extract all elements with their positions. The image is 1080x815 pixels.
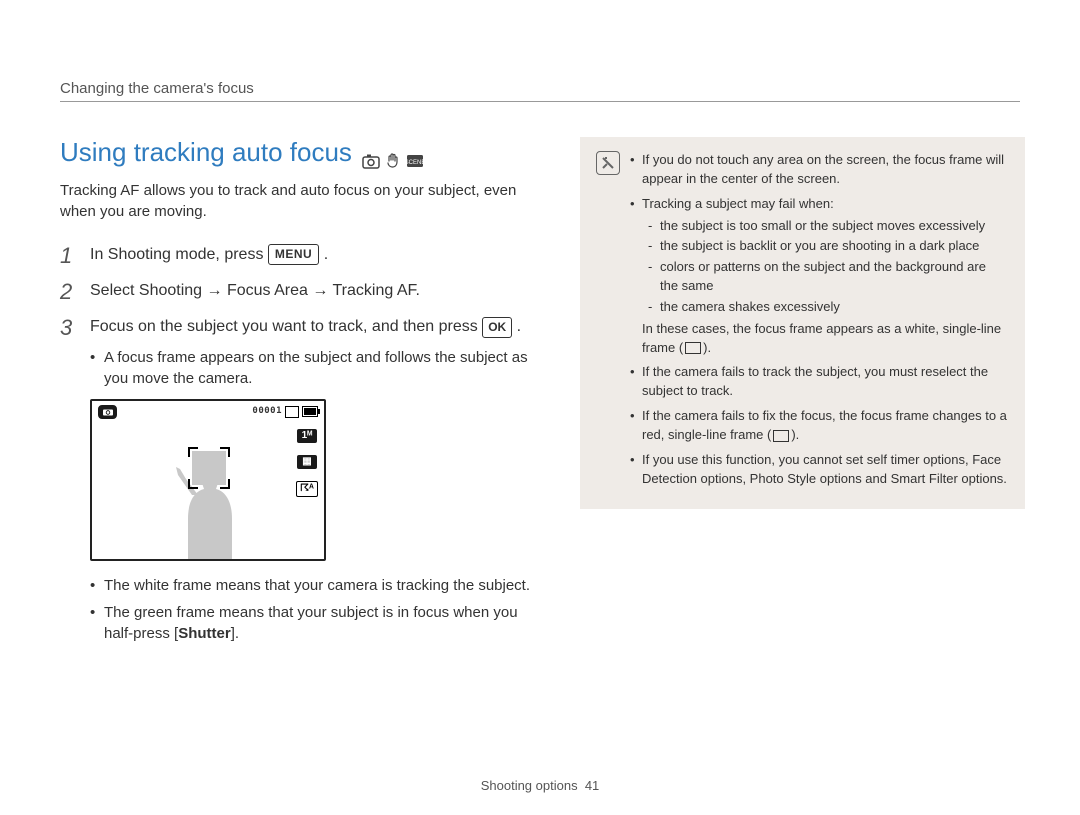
step-3-text-b: . bbox=[517, 318, 521, 335]
note-2-d3: colors or patterns on the subject and th… bbox=[648, 258, 1007, 296]
note-2-d2: the subject is backlit or you are shooti… bbox=[648, 237, 1007, 256]
focus-frame bbox=[192, 451, 226, 485]
camera-mode-icon bbox=[362, 145, 380, 161]
note-3: If the camera fails to track the subject… bbox=[630, 363, 1007, 401]
header-rule bbox=[60, 101, 1020, 102]
af-area-icon: ▦ bbox=[297, 455, 317, 469]
note-1: If you do not touch any area on the scre… bbox=[630, 151, 1007, 189]
step-1-text-b: . bbox=[324, 246, 328, 263]
footer-page: 41 bbox=[585, 778, 599, 793]
left-column: Using tracking auto focus SCENE Tracking… bbox=[60, 137, 535, 662]
note-2-d1: the subject is too small or the subject … bbox=[648, 217, 1007, 236]
section-title: Using tracking auto focus SCENE bbox=[60, 137, 535, 168]
step-3-bullets-after: The white frame means that your camera i… bbox=[90, 575, 535, 644]
mode-icons: SCENE bbox=[362, 145, 424, 161]
menu-button-icon: MENU bbox=[268, 244, 319, 265]
section-title-text: Using tracking auto focus bbox=[60, 137, 352, 168]
page-footer: Shooting options 41 bbox=[0, 778, 1080, 793]
note-2-d4: the camera shakes excessively bbox=[648, 298, 1007, 317]
step-num-1: 1 bbox=[60, 244, 78, 268]
note-2: Tracking a subject may fail when: the su… bbox=[630, 195, 1007, 358]
step-2: 2 Select Shooting → Focus Area → Trackin… bbox=[60, 280, 535, 304]
flash-icon: ☈ᴬ bbox=[296, 481, 318, 497]
step-3-bullet-3: The green frame means that your subject … bbox=[90, 602, 535, 644]
step-3: 3 Focus on the subject you want to track… bbox=[60, 316, 535, 649]
footer-section: Shooting options bbox=[481, 778, 578, 793]
step-2-text: Select Shooting → Focus Area → Tracking … bbox=[90, 280, 535, 302]
step-1: 1 In Shooting mode, press MENU . bbox=[60, 244, 535, 268]
camera-screen-diagram: 00001 1ᴹ ▦ ☈ᴬ bbox=[90, 399, 326, 561]
note-5: If you use this function, you cannot set… bbox=[630, 451, 1007, 489]
screen-mode-icon bbox=[98, 405, 117, 419]
screen-counter: 00001 bbox=[252, 405, 282, 418]
hand-mode-icon bbox=[384, 145, 402, 161]
intro-text: Tracking AF allows you to track and auto… bbox=[60, 180, 535, 222]
note-4: If the camera fails to fix the focus, th… bbox=[630, 407, 1007, 445]
right-column: If you do not touch any area on the scre… bbox=[580, 137, 1025, 662]
step-3-bullet-2: The white frame means that your camera i… bbox=[90, 575, 535, 596]
step-3-bullets: A focus frame appears on the subject and… bbox=[90, 347, 535, 389]
step-1-text-a: In Shooting mode, press bbox=[90, 246, 268, 263]
step-num-3: 3 bbox=[60, 316, 78, 340]
scene-mode-icon: SCENE bbox=[406, 145, 424, 161]
note-2b-b: ). bbox=[703, 340, 711, 355]
ok-button-icon: OK bbox=[482, 317, 512, 338]
sd-card-icon bbox=[285, 406, 299, 418]
note-icon bbox=[596, 151, 620, 175]
resolution-icon: 1ᴹ bbox=[297, 429, 317, 443]
step-3-text-a: Focus on the subject you want to track, … bbox=[90, 318, 482, 335]
page-breadcrumb: Changing the camera's focus bbox=[60, 80, 1020, 97]
note-box: If you do not touch any area on the scre… bbox=[580, 137, 1025, 509]
red-frame-icon bbox=[773, 430, 789, 442]
white-frame-icon bbox=[685, 342, 701, 354]
step-3-bullet-1: A focus frame appears on the subject and… bbox=[90, 347, 535, 389]
step-num-2: 2 bbox=[60, 280, 78, 304]
svg-text:SCENE: SCENE bbox=[406, 160, 424, 166]
battery-icon bbox=[302, 406, 318, 417]
